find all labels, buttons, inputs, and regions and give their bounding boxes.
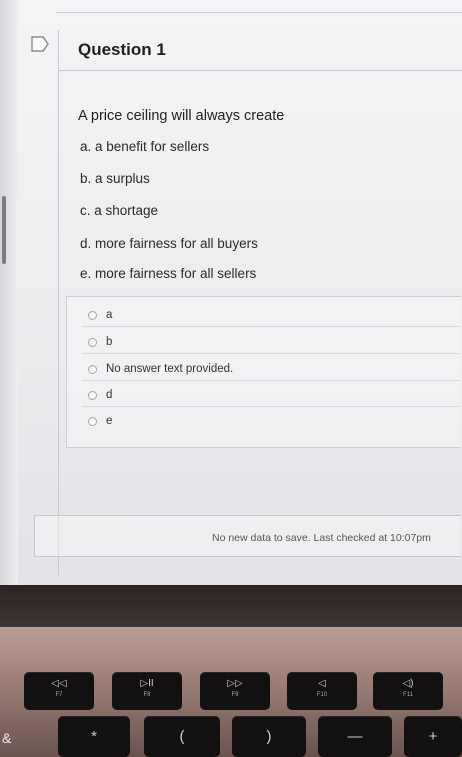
key-label: F9: [231, 692, 239, 698]
answer-label: e: [106, 415, 113, 427]
answer-label: No answer text provided.: [106, 363, 234, 375]
key-f11[interactable]: ◁) F11: [373, 672, 443, 710]
screen-edge: [0, 0, 18, 585]
key-symbol: +: [428, 728, 438, 745]
play-pause-icon: ▷II: [140, 678, 154, 689]
choice-text-a: a. a benefit for sellers: [80, 139, 210, 154]
mute-icon: ◁: [318, 678, 326, 689]
radio-button[interactable]: [88, 310, 97, 320]
key-label: F8: [143, 692, 151, 698]
answer-option-d[interactable]: d: [82, 384, 460, 407]
key-f8[interactable]: ▷II F8: [112, 672, 182, 710]
key-symbol: (: [179, 728, 185, 745]
key-f10[interactable]: ◁ F10: [287, 672, 357, 710]
scrollbar-thumb[interactable]: [2, 196, 6, 264]
rewind-icon: ◁◁: [51, 678, 67, 689]
key-label: F10: [316, 692, 328, 698]
key-symbol: *: [91, 728, 97, 745]
answer-label: b: [106, 336, 113, 348]
radio-button[interactable]: [88, 390, 97, 400]
key-9[interactable]: (: [144, 716, 220, 757]
choice-text-e: e. more fairness for all sellers: [80, 266, 257, 281]
answer-label: d: [106, 389, 113, 401]
answer-option-a[interactable]: a: [82, 304, 460, 327]
save-status-text: No new data to save. Last checked at 10:…: [212, 532, 431, 544]
key-label: F7: [55, 692, 63, 698]
radio-button[interactable]: [88, 337, 97, 347]
browser-screen: Question 1 A price ceiling will always c…: [0, 0, 462, 585]
key-f7[interactable]: ◁◁ F7: [24, 672, 94, 710]
key-f9[interactable]: ▷▷ F9: [200, 672, 270, 710]
volume-down-icon: ◁): [402, 678, 414, 689]
key-7-partial: &: [2, 730, 12, 746]
key-symbol: ): [266, 728, 272, 745]
choice-text-d: d. more fairness for all buyers: [80, 236, 258, 251]
answer-option-c[interactable]: No answer text provided.: [82, 358, 460, 381]
choice-text-c: c. a shortage: [80, 203, 159, 218]
key-minus[interactable]: —: [318, 716, 392, 757]
answer-option-b[interactable]: b: [82, 331, 460, 354]
key-label: F11: [403, 692, 413, 698]
answer-option-e[interactable]: e: [82, 410, 460, 432]
laptop-bezel: [0, 585, 462, 627]
key-plus[interactable]: +: [404, 716, 462, 757]
question-title: Question 1: [78, 40, 166, 59]
question-prompt: A price ceiling will always create: [78, 108, 285, 124]
key-symbol: —: [347, 728, 363, 745]
key-0[interactable]: ): [232, 716, 306, 757]
radio-button[interactable]: [88, 416, 97, 426]
fast-forward-icon: ▷▷: [227, 678, 243, 689]
flag-icon[interactable]: [30, 36, 50, 52]
answer-label: a: [106, 309, 113, 321]
top-divider: [56, 0, 462, 13]
radio-button[interactable]: [88, 364, 97, 374]
choice-text-b: b. a surplus: [80, 171, 150, 186]
key-8[interactable]: *: [58, 716, 130, 757]
